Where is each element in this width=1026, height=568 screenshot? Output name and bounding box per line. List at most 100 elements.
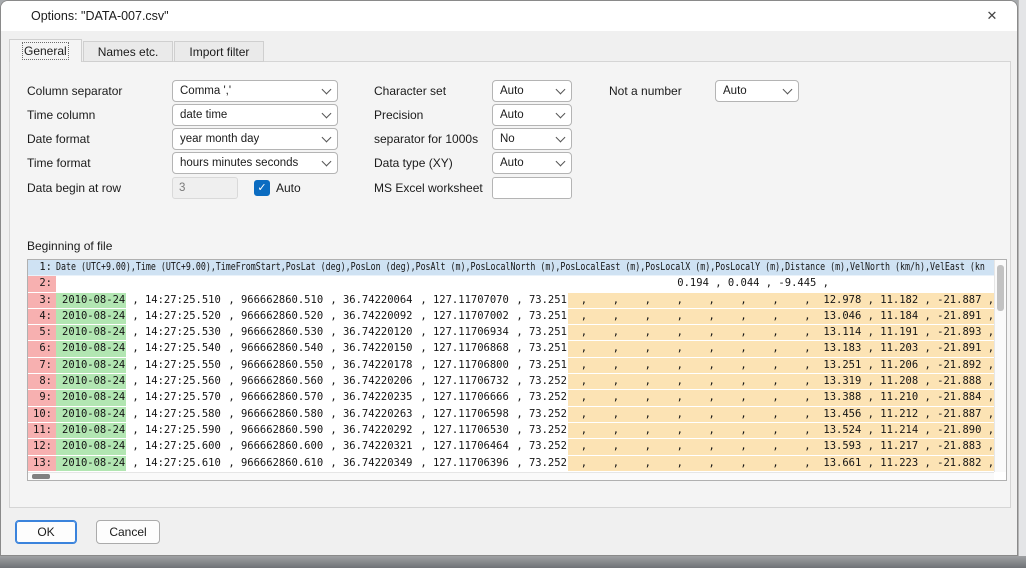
poslat-cell: , 36.74220206 bbox=[324, 374, 414, 389]
tab-names-etc-label: Names etc. bbox=[98, 45, 159, 59]
comma-cell: , bbox=[568, 439, 600, 454]
timefromstart-cell: , 966662860.550 bbox=[222, 358, 324, 373]
time-column-select[interactable]: date time bbox=[172, 104, 338, 126]
separator-1000s-select[interactable]: No bbox=[492, 128, 572, 150]
comma-cell: , bbox=[696, 390, 728, 405]
time-cell: , 14:27:25.530 bbox=[126, 325, 222, 340]
values-cell: 13.319 , 11.208 , -21.888 , bbox=[823, 374, 994, 389]
precision-select[interactable]: Auto bbox=[492, 104, 572, 126]
timefromstart-cell: , 966662860.520 bbox=[222, 309, 324, 324]
date-cell: 2010-08-24 bbox=[56, 374, 126, 389]
posalt-cell: , 73.252 bbox=[510, 407, 568, 422]
comma-cell: , bbox=[728, 439, 760, 454]
time-cell: , 14:27:25.540 bbox=[126, 341, 222, 356]
comma-cell: , bbox=[600, 325, 632, 340]
time-column-label: Time column bbox=[27, 104, 95, 126]
horizontal-scrollbar[interactable] bbox=[28, 472, 994, 480]
date-format-select[interactable]: year month day bbox=[172, 128, 338, 150]
comma-cell: , bbox=[791, 439, 823, 454]
poslat-cell: , 36.74220263 bbox=[324, 407, 414, 422]
empty-columns: ,,,,,,,,12.978 , 11.182 , -21.887 , bbox=[568, 293, 994, 308]
spacer bbox=[56, 276, 677, 291]
tab-import-filter[interactable]: Import filter bbox=[174, 41, 264, 62]
poslon-cell: , 127.11706934 bbox=[414, 325, 510, 340]
row-number: 8: bbox=[28, 374, 56, 389]
timefromstart-cell: , 966662860.510 bbox=[222, 293, 324, 308]
comma-cell: , bbox=[600, 407, 632, 422]
comma-cell: , bbox=[600, 439, 632, 454]
posalt-cell: , 73.252 bbox=[510, 423, 568, 438]
comma-cell: , bbox=[728, 309, 760, 324]
comma-cell: , bbox=[696, 456, 728, 471]
horizontal-scrollbar-thumb[interactable] bbox=[32, 474, 50, 479]
date-cell: 2010-08-24 bbox=[56, 341, 126, 356]
tab-names-etc[interactable]: Names etc. bbox=[83, 41, 174, 62]
posalt-cell: , 73.251 bbox=[510, 341, 568, 356]
date-cell: 2010-08-24 bbox=[56, 439, 126, 454]
row-number: 9: bbox=[28, 390, 56, 405]
data-begin-row-input bbox=[172, 177, 238, 199]
timefromstart-cell: , 966662860.540 bbox=[222, 341, 324, 356]
comma-cell: , bbox=[760, 325, 792, 340]
posalt-cell: , 73.251 bbox=[510, 358, 568, 373]
preview-row: 7:2010-08-24 , 14:27:25.550 , 966662860.… bbox=[28, 358, 994, 374]
comma-cell: , bbox=[600, 390, 632, 405]
comma-cell: , bbox=[728, 293, 760, 308]
comma-cell: , bbox=[760, 439, 792, 454]
comma-cell: , bbox=[600, 456, 632, 471]
row-number: 2: bbox=[28, 276, 56, 291]
tab-general[interactable]: General bbox=[9, 39, 82, 62]
comma-cell: , bbox=[600, 309, 632, 324]
comma-cell: , bbox=[632, 374, 664, 389]
time-format-select[interactable]: hours minutes seconds bbox=[172, 152, 338, 174]
preview-row: 8:2010-08-24 , 14:27:25.560 , 966662860.… bbox=[28, 374, 994, 390]
vertical-scrollbar-thumb[interactable] bbox=[997, 265, 1004, 311]
chevron-down-icon bbox=[556, 85, 566, 95]
preview-row: 5:2010-08-24 , 14:27:25.530 , 966662860.… bbox=[28, 325, 994, 341]
posalt-cell: , 73.252 bbox=[510, 439, 568, 454]
date-cell: 2010-08-24 bbox=[56, 423, 126, 438]
values-cell: 13.114 , 11.191 , -21.893 , bbox=[823, 325, 994, 340]
time-cell: , 14:27:25.610 bbox=[126, 456, 222, 471]
poslon-cell: , 127.11706800 bbox=[414, 358, 510, 373]
background-window-bottom bbox=[0, 556, 1026, 568]
column-separator-select[interactable]: Comma ',' bbox=[172, 80, 338, 102]
comma-cell: , bbox=[664, 439, 696, 454]
not-a-number-select[interactable]: Auto bbox=[715, 80, 799, 102]
date-cell: 2010-08-24 bbox=[56, 456, 126, 471]
vertical-scrollbar[interactable] bbox=[994, 260, 1006, 472]
comma-cell: , bbox=[696, 358, 728, 373]
posalt-cell: , 73.252 bbox=[510, 374, 568, 389]
separator-1000s-value: No bbox=[500, 133, 515, 145]
close-icon[interactable]: ✕ bbox=[971, 1, 1013, 31]
preview-row: 4:2010-08-24 , 14:27:25.520 , 966662860.… bbox=[28, 309, 994, 325]
dialog-title: Options: "DATA-007.csv" bbox=[31, 9, 169, 23]
poslon-cell: , 127.11706732 bbox=[414, 374, 510, 389]
comma-cell: , bbox=[600, 293, 632, 308]
title-bar[interactable]: Options: "DATA-007.csv" ✕ bbox=[1, 1, 1017, 31]
ok-button[interactable]: OK bbox=[15, 520, 77, 544]
comma-cell: , bbox=[760, 423, 792, 438]
posalt-cell: , 73.251 bbox=[510, 309, 568, 324]
comma-cell: , bbox=[696, 293, 728, 308]
comma-cell: , bbox=[632, 423, 664, 438]
values-cell: 13.456 , 11.212 , -21.887 , bbox=[823, 407, 994, 422]
time-format-value: hours minutes seconds bbox=[180, 157, 298, 169]
data-begin-row-label: Data begin at row bbox=[27, 177, 121, 199]
row-number: 4: bbox=[28, 309, 56, 324]
posalt-cell: , 73.251 bbox=[510, 325, 568, 340]
cancel-button[interactable]: Cancel bbox=[96, 520, 160, 544]
ms-excel-worksheet-input[interactable] bbox=[492, 177, 572, 199]
character-set-select[interactable]: Auto bbox=[492, 80, 572, 102]
poslon-cell: , 127.11706464 bbox=[414, 439, 510, 454]
data-type-xy-select[interactable]: Auto bbox=[492, 152, 572, 174]
comma-cell: , bbox=[728, 325, 760, 340]
auto-checkbox[interactable]: ✓ bbox=[254, 180, 270, 196]
row2-values: 0.194 , 0.044 , -9.445 , bbox=[677, 276, 829, 291]
date-format-value: year month day bbox=[180, 133, 259, 145]
chevron-down-icon bbox=[322, 157, 332, 167]
empty-columns: ,,,,,,,,13.251 , 11.206 , -21.892 , bbox=[568, 358, 994, 373]
comma-cell: , bbox=[632, 325, 664, 340]
comma-cell: , bbox=[728, 374, 760, 389]
comma-cell: , bbox=[664, 374, 696, 389]
